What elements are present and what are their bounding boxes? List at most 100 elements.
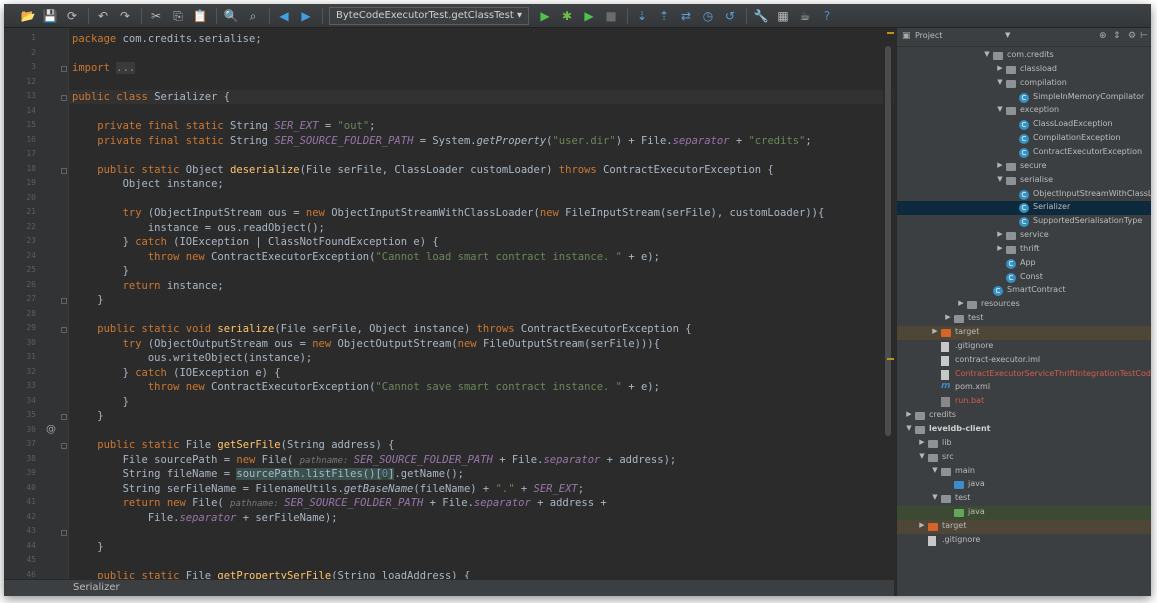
help-icon[interactable]: ? [819, 8, 835, 24]
project-tree-item[interactable]: ▶ service [897, 229, 1151, 243]
expand-arrow-icon[interactable]: ▼ [905, 424, 913, 432]
error-stripe-mark[interactable] [887, 32, 894, 34]
fold-toggle-icon[interactable] [61, 530, 67, 536]
debug-icon[interactable]: ✱ [559, 8, 575, 24]
project-tree-item[interactable]: ▼ leveldb-client [897, 423, 1151, 437]
collapse-arrow-icon[interactable]: ▶ [931, 327, 939, 335]
gear-icon[interactable]: ⚙ [1128, 31, 1136, 41]
project-tree-item[interactable]: ▶ credits [897, 409, 1151, 423]
project-tree-item[interactable]: .gitignore [897, 340, 1151, 354]
project-tree-item[interactable]: C SupportedSerialisationType [897, 215, 1151, 229]
project-tree-item[interactable]: ▶ test [897, 312, 1151, 326]
hide-icon[interactable]: ⊢ [1140, 31, 1148, 41]
copy-icon[interactable]: ⎘ [170, 8, 186, 24]
sync-icon[interactable]: ⊕ [1099, 31, 1107, 41]
project-tree-item[interactable]: ▶ target [897, 326, 1151, 340]
collapse-arrow-icon[interactable]: ▶ [996, 230, 1004, 238]
project-tree-item[interactable]: ▼ serialise [897, 174, 1151, 188]
project-tree-item[interactable]: ▶ lib [897, 437, 1151, 451]
collapse-arrow-icon[interactable]: ▶ [957, 299, 965, 307]
project-tree-item[interactable]: C CompilationException [897, 132, 1151, 146]
expand-arrow-icon[interactable]: ▼ [996, 78, 1004, 86]
code-editor[interactable]: 1 2 3 12 13 14 15 16 17 18 19 20 21 22 23 24 25 26 27 28 29 3… [4, 28, 894, 579]
expand-arrow-icon[interactable]: ▼ [996, 175, 1004, 183]
collapse-arrow-icon[interactable]: ▶ [918, 438, 926, 446]
override-marker-icon[interactable]: @ [46, 424, 56, 435]
project-tree-item[interactable]: ▼ exception [897, 104, 1151, 118]
find-icon[interactable]: 🔍 [223, 8, 239, 24]
project-tree-item[interactable]: C App [897, 257, 1151, 271]
run-icon[interactable]: ▶ [537, 8, 553, 24]
coverage-icon[interactable]: ▶ [581, 8, 597, 24]
save-icon[interactable]: 💾 [42, 8, 58, 24]
fold-toggle-icon[interactable] [61, 95, 67, 101]
fold-toggle-icon[interactable] [61, 327, 67, 333]
project-tree-item[interactable]: ▼ com.credits [897, 49, 1151, 63]
undo-icon[interactable]: ↶ [95, 8, 111, 24]
project-tree-item[interactable]: ▼ src [897, 451, 1151, 465]
code-area[interactable]: package com.credits.serialise; import ...… [72, 28, 888, 579]
vcs-commit-icon[interactable]: ⇡ [656, 8, 672, 24]
replace-icon[interactable]: ⌕ [245, 8, 261, 24]
project-tree-item[interactable]: C SimpleInMemoryCompilator [897, 91, 1151, 105]
sdk-icon[interactable]: ☕ [797, 8, 813, 24]
vcs-history-icon[interactable]: ◷ [700, 8, 716, 24]
collapse-arrow-icon[interactable]: ▶ [996, 64, 1004, 72]
collapse-arrow-icon[interactable]: ▶ [944, 313, 952, 321]
vcs-update-icon[interactable]: ⇣ [634, 8, 650, 24]
project-tree-item[interactable]: C Const [897, 271, 1151, 285]
fold-toggle-icon[interactable] [61, 443, 67, 449]
vcs-compare-icon[interactable]: ⇄ [678, 8, 694, 24]
collapse-icon[interactable]: ⇕ [1113, 31, 1121, 41]
project-tree-item[interactable]: run.bat [897, 395, 1151, 409]
fold-toggle-icon[interactable] [61, 298, 67, 304]
open-icon[interactable]: 📂 [20, 8, 36, 24]
project-tree-item[interactable]: C ContractExecutorException [897, 146, 1151, 160]
redo-icon[interactable]: ↷ [117, 8, 133, 24]
stop-icon[interactable]: ■ [603, 8, 619, 24]
vcs-revert-icon[interactable]: ↺ [722, 8, 738, 24]
fold-toggle-icon[interactable] [61, 414, 67, 420]
run-configuration-select[interactable]: ByteCodeExecutorTest.getClassTest ▾ [329, 6, 530, 25]
editor-scrollbar[interactable] [883, 28, 893, 579]
project-tree-item[interactable]: ▼ test [897, 492, 1151, 506]
project-tree-item[interactable]: ContractExecutorServiceThriftIntegration… [897, 368, 1151, 382]
collapse-arrow-icon[interactable]: ▶ [996, 244, 1004, 252]
collapse-arrow-icon[interactable]: ▶ [918, 521, 926, 529]
expand-arrow-icon[interactable]: ▼ [931, 493, 939, 501]
paste-icon[interactable]: 📋 [192, 8, 208, 24]
project-tree-item[interactable]: ▶ resources [897, 298, 1151, 312]
expand-arrow-icon[interactable]: ▼ [918, 452, 926, 460]
settings-icon[interactable]: 🔧 [753, 8, 769, 24]
project-tree-item[interactable]: ▶ target [897, 519, 1151, 534]
project-tree-item[interactable]: contract-executor.iml [897, 354, 1151, 368]
project-tree-item[interactable]: ▶ classload [897, 63, 1151, 77]
project-tree-item[interactable]: C SmartContract [897, 284, 1151, 298]
sync-icon[interactable]: ⟳ [64, 8, 80, 24]
breadcrumb-file[interactable]: Serializer [73, 582, 120, 593]
collapse-arrow-icon[interactable]: ▶ [996, 161, 1004, 169]
project-tree-item[interactable]: C ObjectInputStreamWithClassLoader [897, 188, 1151, 202]
project-structure-icon[interactable]: ▦ [775, 8, 791, 24]
project-tree-item[interactable]: C Serializer [897, 201, 1151, 216]
expand-arrow-icon[interactable]: ▼ [983, 50, 991, 58]
error-stripe-mark[interactable] [887, 358, 894, 360]
forward-icon[interactable]: ▶ [298, 8, 314, 24]
project-tree-item[interactable]: .gitignore [897, 534, 1151, 548]
fold-toggle-icon[interactable] [61, 167, 67, 174]
chevron-down-icon[interactable]: ▼ [1005, 31, 1010, 39]
project-panel-title[interactable]: Project [915, 31, 942, 40]
fold-toggle-icon[interactable] [61, 66, 67, 72]
project-tree-item[interactable]: ▶ thrift [897, 243, 1151, 257]
collapse-arrow-icon[interactable]: ▶ [905, 410, 913, 418]
project-tree-item[interactable]: m pom.xml [897, 381, 1151, 395]
project-tree-item[interactable]: java [897, 478, 1151, 492]
editor-scrollbar-thumb[interactable] [885, 46, 891, 436]
cut-icon[interactable]: ✂ [148, 8, 164, 24]
project-tree-item[interactable]: ▼ main [897, 465, 1151, 479]
expand-arrow-icon[interactable]: ▼ [996, 105, 1004, 113]
project-tree-item[interactable]: ▶ secure [897, 160, 1151, 174]
expand-arrow-icon[interactable]: ▼ [931, 466, 939, 474]
back-icon[interactable]: ◀ [276, 8, 292, 24]
project-tree-item[interactable]: ▼ compilation [897, 77, 1151, 91]
